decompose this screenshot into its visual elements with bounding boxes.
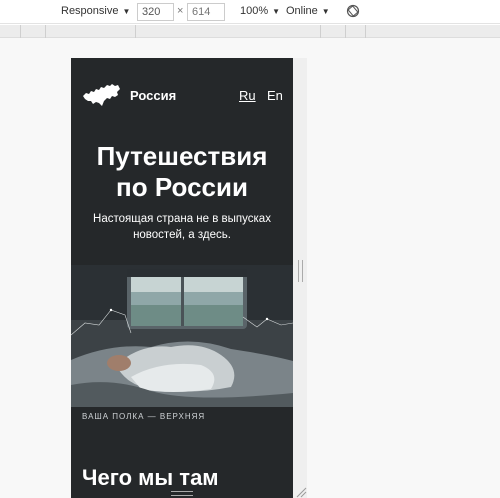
zoom-select[interactable]: 100% ▼: [240, 5, 280, 17]
network-select-label: Online: [286, 5, 318, 17]
chevron-down-icon: ▼: [321, 7, 330, 16]
network-select[interactable]: Online ▼: [286, 5, 330, 17]
chevron-down-icon: ▼: [272, 7, 281, 16]
width-input[interactable]: [137, 3, 174, 21]
resize-handle-right[interactable]: [298, 260, 303, 282]
section-title: Чего мы там: [82, 465, 219, 490]
hero-title: Путешествия по России: [71, 141, 293, 203]
emulated-page: Россия Ru En Путешествия по России Насто…: [71, 58, 293, 498]
logo-text[interactable]: Россия: [130, 88, 176, 103]
device-select-label: Responsive: [61, 5, 119, 17]
height-input[interactable]: [187, 3, 225, 21]
device-select[interactable]: Responsive ▼: [61, 5, 130, 17]
resize-handle-bottom[interactable]: [171, 491, 193, 496]
hero-subtitle: Настоящая страна не в выпусках новостей,…: [81, 211, 283, 243]
chevron-down-icon: ▼: [122, 7, 131, 16]
hero-subtitle-line: Настоящая страна не в выпусках: [93, 213, 271, 225]
rotate-icon[interactable]: [346, 4, 360, 18]
lang-en-link[interactable]: En: [267, 88, 283, 103]
train-berth-photo: [71, 265, 293, 407]
resize-handle-corner-icon[interactable]: [295, 486, 307, 498]
zoom-select-label: 100%: [240, 5, 269, 17]
device-toolbar: Responsive▼ × 100%▼ Online▼: [0, 0, 500, 24]
times-separator: ×: [177, 5, 184, 17]
photo-caption: ВАША ПОЛКА — ВЕРХНЯЯ: [82, 412, 206, 421]
media-query-ruler: [0, 25, 500, 38]
hero-title-line: по России: [116, 172, 248, 202]
hero-title-line: Путешествия: [96, 141, 268, 171]
russia-map-logo-icon[interactable]: [81, 82, 121, 108]
lang-ru-link[interactable]: Ru: [239, 88, 256, 103]
hero-subtitle-line: новостей, а здесь.: [133, 229, 231, 241]
site-header: Россия Ru En: [71, 58, 293, 138]
